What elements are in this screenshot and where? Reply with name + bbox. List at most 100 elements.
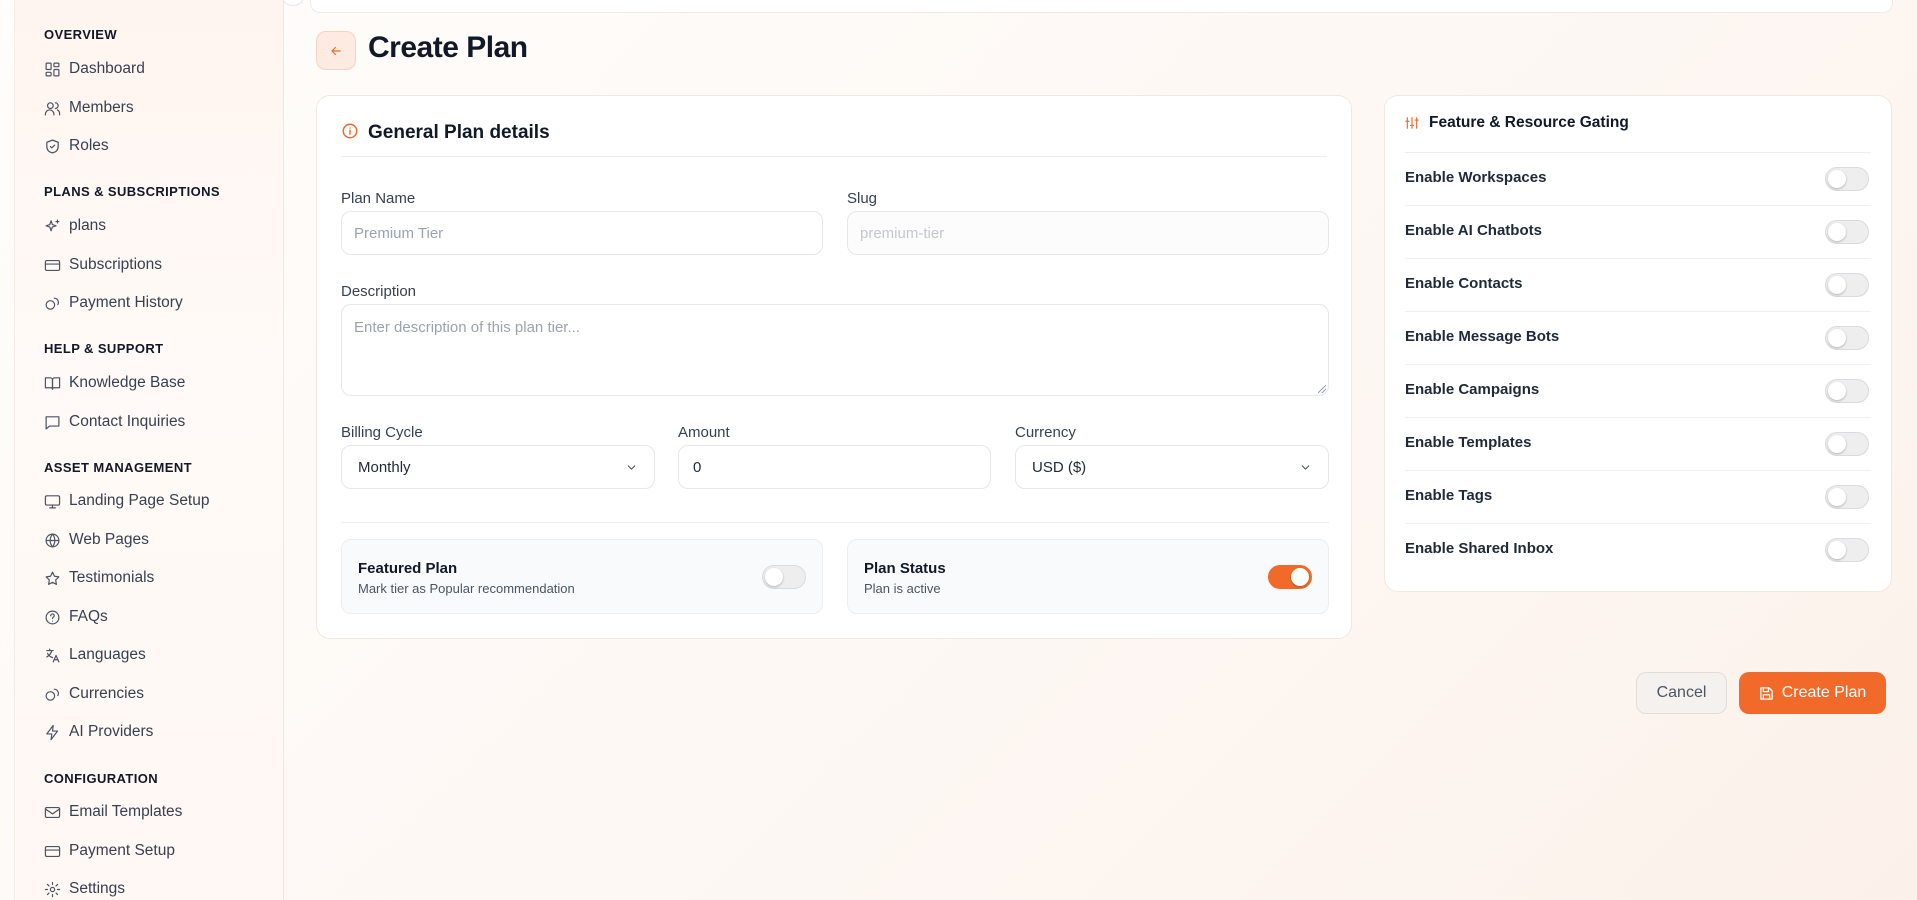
sidebar-item-label: Knowledge Base: [69, 374, 186, 391]
featured-plan-toggle[interactable]: [762, 565, 806, 589]
general-plan-card: General Plan details Plan Name Premium T…: [316, 95, 1352, 639]
feature-row: Enable Contacts: [1405, 259, 1871, 312]
sidebar-item-dashboard[interactable]: Dashboard: [44, 56, 145, 82]
credit-card-icon: [44, 259, 61, 271]
feature-toggle[interactable]: [1825, 220, 1869, 244]
slug-input[interactable]: premium-tier: [847, 211, 1329, 255]
help-circle-icon: [45, 610, 60, 624]
book-icon: [44, 376, 61, 390]
feature-toggle[interactable]: [1825, 538, 1869, 562]
amount-label: Amount: [678, 424, 730, 441]
feature-row: Enable Shared Inbox: [1405, 524, 1871, 577]
sidebar-item-currencies[interactable]: Currencies: [44, 681, 144, 707]
card-title: General Plan details: [368, 122, 550, 143]
info-icon: [341, 122, 359, 156]
cancel-button[interactable]: Cancel: [1636, 672, 1727, 714]
description-label: Description: [341, 283, 417, 300]
sidebar-item-settings[interactable]: Settings: [44, 876, 125, 900]
sidebar-item-payment-setup[interactable]: Payment Setup: [44, 838, 175, 864]
feature-gating-header: Feature & Resource Gating: [1405, 114, 1871, 153]
section-title-assets: ASSET MANAGEMENT: [44, 460, 192, 475]
sidebar-item-ai-providers[interactable]: AI Providers: [44, 719, 153, 745]
create-plan-label: Create Plan: [1781, 684, 1867, 701]
feature-toggle[interactable]: [1825, 379, 1869, 403]
sidebar-item-label: Testimonials: [69, 569, 155, 586]
globe-icon: [45, 533, 60, 547]
description-placeholder: Enter description of this plan tier...: [354, 319, 580, 336]
sidebar-item-email-templates[interactable]: Email Templates: [44, 799, 182, 825]
sidebar-item-label: Web Pages: [69, 531, 149, 548]
sliders-icon: [1405, 117, 1419, 129]
users-icon: [44, 101, 61, 115]
feature-row: Enable AI Chatbots: [1405, 206, 1871, 259]
feature-gating-card: Feature & Resource Gating Enable Workspa…: [1384, 95, 1892, 592]
sidebar-item-members[interactable]: Members: [44, 95, 134, 121]
feature-toggle[interactable]: [1825, 485, 1869, 509]
feature-label: Enable Workspaces: [1405, 169, 1547, 186]
star-icon: [45, 571, 60, 585]
chevron-down-icon: [627, 464, 636, 470]
sidebar-item-languages[interactable]: Languages: [44, 642, 146, 668]
plan-status-subtitle: Plan is active: [864, 581, 941, 596]
resize-grip-icon[interactable]: [1318, 385, 1326, 393]
sidebar-item-web-pages[interactable]: Web Pages: [44, 527, 149, 553]
sidebar-item-label: Payment History: [69, 294, 183, 311]
feature-label: Enable Shared Inbox: [1405, 540, 1554, 557]
sidebar-item-subscriptions[interactable]: Subscriptions: [44, 252, 162, 278]
feature-row: Enable Templates: [1405, 418, 1871, 471]
plan-status-title: Plan Status: [864, 560, 946, 577]
sidebar-item-label: Currencies: [69, 685, 144, 702]
divider: [341, 522, 1329, 523]
currency-select[interactable]: USD ($): [1015, 445, 1329, 489]
sidebar-item-label: Subscriptions: [69, 256, 163, 273]
sidebar-item-knowledge-base[interactable]: Knowledge Base: [44, 370, 185, 396]
featured-plan-subtitle: Mark tier as Popular recommendation: [358, 581, 575, 596]
plan-status-toggle[interactable]: [1268, 565, 1312, 589]
feature-toggle[interactable]: [1825, 432, 1869, 456]
feature-row: Enable Campaigns: [1405, 365, 1871, 418]
plan-status-box: Plan Status Plan is active: [847, 539, 1329, 614]
billing-cycle-label: Billing Cycle: [341, 424, 423, 441]
sidebar-item-label: Dashboard: [69, 60, 145, 77]
section-title-plans: PLANS & SUBSCRIPTIONS: [44, 184, 220, 199]
sidebar-item-label: Languages: [69, 646, 146, 663]
sidebar-item-contact-inquiries[interactable]: Contact Inquiries: [44, 409, 185, 435]
sidebar-item-label: FAQs: [69, 608, 108, 625]
back-button[interactable]: [316, 31, 356, 70]
sidebar-item-label: Email Templates: [69, 803, 183, 820]
amount-input[interactable]: 0: [678, 445, 991, 489]
create-plan-button[interactable]: Create Plan: [1739, 672, 1886, 714]
monitor-icon: [44, 494, 61, 508]
section-title-help: HELP & SUPPORT: [44, 341, 164, 356]
sidebar-item-testimonials[interactable]: Testimonials: [44, 565, 154, 591]
sidebar-collapse-button[interactable]: [282, 0, 304, 6]
sidebar-item-label: Contact Inquiries: [69, 413, 186, 430]
billing-cycle-value: Monthly: [358, 458, 411, 476]
sidebar-item-roles[interactable]: Roles: [44, 133, 109, 159]
feature-toggle[interactable]: [1825, 167, 1869, 191]
sidebar: OVERVIEW Dashboard Members Roles PLANS &…: [14, 0, 304, 900]
currency-label: Currency: [1015, 424, 1076, 441]
plan-name-input[interactable]: Premium Tier: [341, 211, 823, 255]
shield-icon: [46, 139, 59, 153]
feature-toggle[interactable]: [1825, 273, 1869, 297]
sidebar-item-faqs[interactable]: FAQs: [44, 604, 108, 630]
sidebar-item-label: plans: [69, 217, 107, 234]
feature-row: Enable Tags: [1405, 471, 1871, 524]
plan-name-label: Plan Name: [341, 190, 416, 207]
description-textarea[interactable]: Enter description of this plan tier...: [341, 304, 1329, 396]
sidebar-item-landing-page-setup[interactable]: Landing Page Setup: [44, 488, 209, 514]
sidebar-item-label: Landing Page Setup: [69, 492, 210, 509]
sidebar-item-plans[interactable]: plans: [44, 213, 106, 239]
feature-row: Enable Workspaces: [1405, 153, 1871, 206]
billing-cycle-select[interactable]: Monthly: [341, 445, 655, 489]
save-icon: [1760, 686, 1773, 700]
feature-label: Enable Message Bots: [1405, 328, 1560, 345]
sidebar-item-label: Members: [69, 99, 134, 116]
feature-label: Enable Templates: [1405, 434, 1532, 451]
sidebar-item-label: AI Providers: [69, 723, 154, 740]
feature-label: Enable Tags: [1405, 487, 1493, 504]
sidebar-item-payment-history[interactable]: Payment History: [44, 290, 183, 316]
feature-toggle[interactable]: [1825, 326, 1869, 350]
zap-icon: [46, 724, 59, 740]
